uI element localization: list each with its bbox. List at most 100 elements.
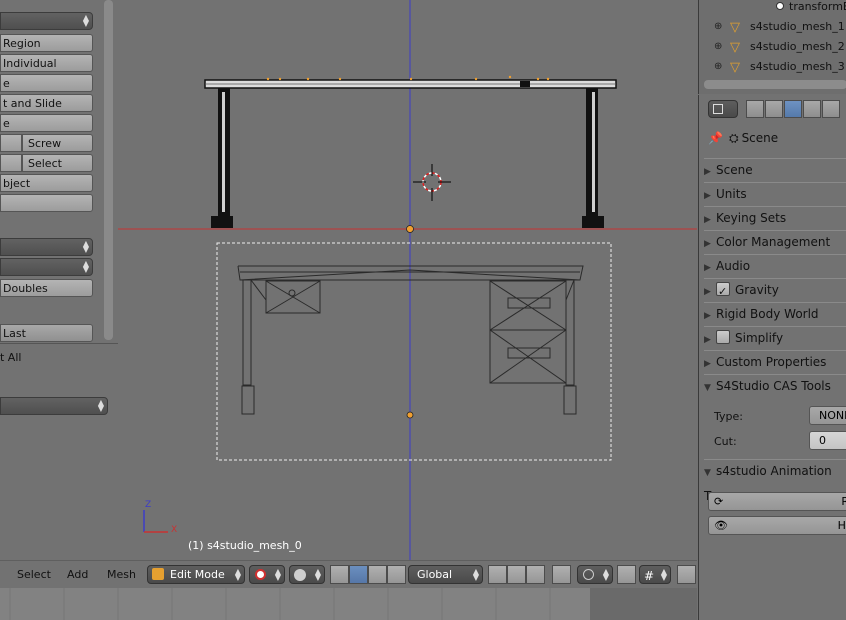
select-menu[interactable]: Select (17, 568, 51, 581)
render-layers-tab-icon[interactable] (765, 100, 783, 118)
dropdown-arrows-icon: ▲ ▼ (274, 567, 281, 582)
collapsed-triangle-icon: ▶ (704, 239, 711, 249)
shelf-empty-button[interactable] (0, 194, 93, 212)
translate-manipulator-button[interactable] (349, 565, 368, 584)
panel-audio[interactable]: ▶ Audio (704, 254, 846, 278)
panel-title: S4Studio CAS Tools (716, 379, 831, 393)
outliner-row[interactable]: ⊕ ▽ s4studio_mesh_3 (699, 57, 846, 76)
outliner-row[interactable]: ⊕ ▽ s4studio_mesh_2 (699, 37, 846, 56)
mode-dropdown[interactable]: Edit Mode ▲ ▼ (147, 565, 245, 584)
mesh-icon: ▽ (730, 40, 740, 55)
shelf-button-e[interactable]: e (0, 74, 93, 92)
object-tab-icon[interactable] (822, 100, 840, 118)
shelf-dropdown-2[interactable]: ▲ ▼ (0, 238, 93, 256)
type-label: Type: (714, 410, 743, 423)
pivot-point-dropdown[interactable]: ▲ ▼ (289, 565, 325, 584)
3d-viewport[interactable]: Z X (118, 0, 697, 560)
edit-mode-icon (152, 568, 164, 580)
pin-icon[interactable]: 📌 (708, 131, 723, 145)
last-operator-header[interactable]: Last (0, 324, 93, 342)
refresh-icon: ⟳ (714, 495, 724, 508)
shelf-dropdown-3[interactable]: ▲ ▼ (0, 258, 93, 276)
shelf-dropdown-4[interactable]: ▲ ▼ (0, 397, 108, 415)
snap-grid-icon: # (644, 569, 655, 583)
manipulator-toggle-button[interactable] (330, 565, 349, 584)
cut-field[interactable]: 0 (809, 431, 846, 450)
edge-select-button[interactable] (507, 565, 526, 584)
panel-s4studio-cas-tools[interactable]: ▼ S4Studio CAS Tools (704, 374, 846, 398)
dropdown-arrows-icon: ▲ ▼ (97, 398, 104, 413)
panel-gravity[interactable]: ▶ ✓ Gravity (704, 278, 846, 302)
axis-x-label: X (171, 525, 177, 535)
shelf-pair-left-1[interactable] (0, 134, 22, 152)
shelf-button-e2[interactable]: e (0, 114, 93, 132)
face-select-button[interactable] (526, 565, 545, 584)
scene-tab-icon[interactable] (784, 100, 802, 118)
mesh-icon: ▽ (730, 20, 740, 35)
outliner-scrollbar[interactable] (704, 80, 846, 89)
panel-s4studio-animation-tools[interactable]: ▼s4studio Animation To (704, 459, 846, 503)
scale-manipulator-button[interactable] (387, 565, 406, 584)
gravity-checkbox[interactable]: ✓ (716, 282, 730, 298)
shelf-scrollbar[interactable] (104, 0, 113, 340)
outliner-item-label: s4studio_mesh_1 (750, 20, 845, 33)
panel-scene[interactable]: ▶ Scene (704, 158, 846, 182)
object-button[interactable]: bject (0, 174, 93, 192)
animation-button-1[interactable]: ⟳ R (708, 492, 846, 511)
dropdown-arrows-icon: ▲ ▼ (660, 567, 667, 582)
transform-orientation-dropdown[interactable]: Global ▲ ▼ (408, 565, 483, 584)
panel-keying-sets[interactable]: ▶ Keying Sets (704, 206, 846, 230)
expand-icon: ⊕ (714, 41, 723, 52)
shelf-pair-left-2[interactable] (0, 154, 22, 172)
split-slide-button[interactable]: t and Slide (0, 94, 93, 112)
snap-element-dropdown[interactable]: # ▲ ▼ (639, 565, 671, 584)
panel-color-management[interactable]: ▶ Color Management (704, 230, 846, 254)
add-menu[interactable]: Add (67, 568, 88, 581)
remove-doubles-button[interactable]: Doubles (0, 279, 93, 297)
collapsed-triangle-icon: ▶ (704, 335, 711, 345)
proportional-editing-dropdown[interactable]: ▲ ▼ (577, 565, 613, 584)
extrude-region-button[interactable]: Region (0, 34, 93, 52)
3d-cursor-icon (413, 164, 451, 201)
panel-rigid-body-world[interactable]: ▶ Rigid Body World (704, 302, 846, 326)
editor-type-dropdown[interactable] (708, 100, 738, 118)
scene-small-icon: ⛭ (728, 131, 739, 145)
properties-icon (713, 104, 723, 114)
dropdown-arrows-icon: ▲ ▼ (82, 13, 89, 28)
extrude-individual-button[interactable]: Individual (0, 54, 93, 72)
collapsed-triangle-icon: ▶ (704, 359, 711, 369)
render-preview-button[interactable] (677, 565, 696, 584)
panel-units[interactable]: ▶ Units (704, 182, 846, 206)
pivot-icon (294, 569, 306, 581)
simplify-checkbox[interactable] (716, 330, 730, 344)
rotate-manipulator-button[interactable] (368, 565, 387, 584)
panel-title: Keying Sets (716, 211, 787, 225)
timeline[interactable] (0, 588, 697, 620)
outliner: transformB ⊕ ▽ s4studio_mesh_1 ⊕ ▽ s4stu… (698, 0, 846, 94)
limit-selection-button[interactable] (552, 565, 571, 584)
type-dropdown[interactable]: NONE (809, 406, 846, 425)
selection-bounds (216, 242, 612, 461)
shading-icon (255, 569, 266, 580)
vertex-select-button[interactable] (488, 565, 507, 584)
select-button[interactable]: Select (22, 154, 93, 172)
proportional-icon (583, 569, 594, 580)
panel-simplify[interactable]: ▶ Simplify (704, 326, 846, 350)
render-tab-icon[interactable] (746, 100, 764, 118)
dropdown-arrows-icon: ▲ ▼ (602, 567, 609, 582)
divider (0, 343, 118, 344)
panel-custom-properties[interactable]: ▶ Custom Properties (704, 350, 846, 374)
mesh-icon: ▽ (730, 60, 740, 75)
snap-toggle-button[interactable] (617, 565, 636, 584)
shelf-dropdown[interactable]: ▲ ▼ (0, 12, 93, 30)
outliner-row[interactable]: transformB (699, 0, 846, 16)
mesh-menu[interactable]: Mesh (107, 568, 136, 581)
expand-icon: ⊕ (714, 21, 723, 32)
world-tab-icon[interactable] (803, 100, 821, 118)
outliner-row[interactable]: ⊕ ▽ s4studio_mesh_1 (699, 17, 846, 36)
panel-title: Gravity (735, 283, 779, 297)
animation-button-2[interactable]: 👁 Hi (708, 516, 846, 535)
object-dot-icon (776, 2, 784, 10)
screw-button[interactable]: Screw (22, 134, 93, 152)
viewport-shading-dropdown[interactable]: ▲ ▼ (249, 565, 285, 584)
